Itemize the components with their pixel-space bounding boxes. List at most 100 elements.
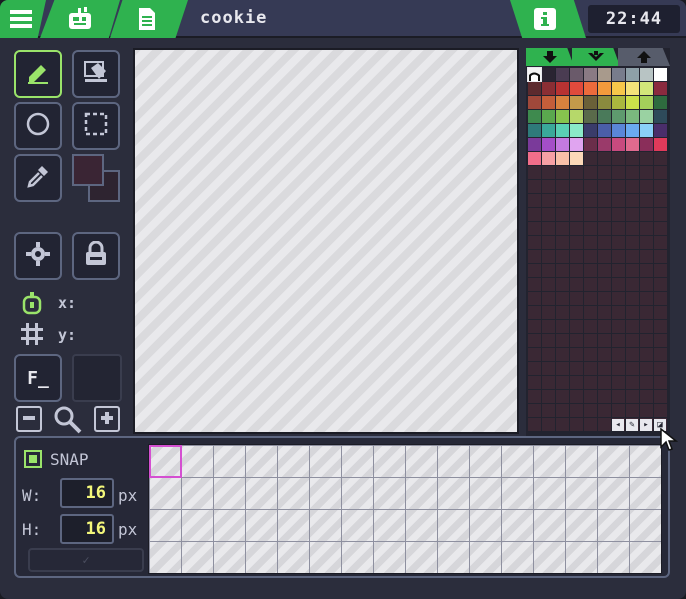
palette-empty-slot[interactable] <box>612 264 625 277</box>
palette-swatch[interactable] <box>528 96 541 109</box>
width-field[interactable]: 16 <box>60 478 114 508</box>
selected-sprite-cell[interactable] <box>149 445 182 478</box>
palette-empty-slot[interactable] <box>654 250 667 263</box>
palette-empty-slot[interactable] <box>640 390 653 403</box>
palette-empty-slot[interactable] <box>640 334 653 347</box>
palette-swatch[interactable] <box>654 124 667 137</box>
palette-swatch[interactable] <box>584 68 597 81</box>
palette-empty-slot[interactable] <box>556 390 569 403</box>
palette-empty-slot[interactable] <box>640 264 653 277</box>
palette-empty-slot[interactable] <box>654 404 667 417</box>
palette-empty-slot[interactable] <box>584 334 597 347</box>
palette-empty-slot[interactable] <box>528 236 541 249</box>
palette-empty-slot[interactable] <box>584 278 597 291</box>
palette-empty-slot[interactable] <box>640 348 653 361</box>
palette-empty-slot[interactable] <box>640 222 653 235</box>
palette-empty-slot[interactable] <box>626 180 639 193</box>
palette-empty-slot[interactable] <box>542 236 555 249</box>
palette-swatch[interactable] <box>598 68 611 81</box>
palette-empty-slot[interactable] <box>570 362 583 375</box>
palette-empty-slot[interactable] <box>640 362 653 375</box>
palette-empty-slot[interactable] <box>556 292 569 305</box>
palette-empty-slot[interactable] <box>570 390 583 403</box>
palette-empty-slot[interactable] <box>598 418 611 431</box>
palette-empty-slot[interactable] <box>626 152 639 165</box>
palette-empty-slot[interactable] <box>626 292 639 305</box>
palette-empty-slot[interactable] <box>542 222 555 235</box>
palette-empty-slot[interactable] <box>528 306 541 319</box>
palette-swatch[interactable] <box>654 138 667 151</box>
palette-empty-slot[interactable] <box>654 194 667 207</box>
palette-swatch[interactable] <box>542 68 555 81</box>
palette-swatch[interactable] <box>640 138 653 151</box>
color-swatches[interactable] <box>72 154 122 204</box>
palette-empty-slot[interactable] <box>542 264 555 277</box>
palette-empty-slot[interactable] <box>556 166 569 179</box>
palette-empty-slot[interactable] <box>654 306 667 319</box>
palette-swatch[interactable] <box>626 82 639 95</box>
palette-empty-slot[interactable] <box>584 236 597 249</box>
palette-empty-slot[interactable] <box>556 362 569 375</box>
palette-empty-slot[interactable] <box>598 180 611 193</box>
palette-empty-slot[interactable] <box>598 208 611 221</box>
palette-empty-slot[interactable] <box>584 208 597 221</box>
palette-empty-slot[interactable] <box>598 250 611 263</box>
palette-empty-slot[interactable] <box>612 250 625 263</box>
palette-empty-slot[interactable] <box>654 334 667 347</box>
palette-empty-slot[interactable] <box>626 362 639 375</box>
palette-empty-slot[interactable] <box>626 264 639 277</box>
palette-empty-slot[interactable] <box>528 418 541 431</box>
palette-swatch[interactable] <box>626 124 639 137</box>
palette-swatch[interactable] <box>528 152 541 165</box>
palette-swatch[interactable] <box>612 138 625 151</box>
palette-swatch[interactable] <box>556 96 569 109</box>
palette-empty-slot[interactable] <box>542 250 555 263</box>
palette-swatch[interactable] <box>556 68 569 81</box>
palette-empty-slot[interactable] <box>598 348 611 361</box>
palette-swatch[interactable] <box>556 138 569 151</box>
palette-empty-slot[interactable] <box>598 404 611 417</box>
palette-swatch[interactable] <box>598 138 611 151</box>
palette-empty-slot[interactable] <box>612 404 625 417</box>
palette-empty-slot[interactable] <box>528 166 541 179</box>
palette-empty-slot[interactable] <box>612 180 625 193</box>
palette-empty-slot[interactable] <box>570 222 583 235</box>
palette-empty-slot[interactable] <box>584 264 597 277</box>
pencil-tool-button[interactable] <box>14 50 62 98</box>
palette-empty-slot[interactable] <box>612 376 625 389</box>
palette-empty-slot[interactable] <box>654 390 667 403</box>
palette-empty-slot[interactable] <box>654 376 667 389</box>
palette-empty-slot[interactable] <box>528 278 541 291</box>
palette-empty-slot[interactable] <box>584 376 597 389</box>
palette-swatch[interactable] <box>640 82 653 95</box>
info-tab[interactable] <box>510 0 586 38</box>
palette-empty-slot[interactable] <box>654 180 667 193</box>
palette-empty-slot[interactable] <box>570 334 583 347</box>
palette-swatch[interactable] <box>542 152 555 165</box>
palette-empty-slot[interactable] <box>556 334 569 347</box>
palette-empty-slot[interactable] <box>584 152 597 165</box>
palette-next-button[interactable]: ▸ <box>640 419 652 431</box>
apply-size-button[interactable]: ✓ <box>28 548 144 572</box>
main-menu-tab[interactable] <box>0 0 46 38</box>
palette-tools-tab[interactable] <box>572 48 620 66</box>
palette-swatch[interactable] <box>640 96 653 109</box>
palette-empty-slot[interactable] <box>626 166 639 179</box>
palette-empty-slot[interactable] <box>598 166 611 179</box>
palette-empty-slot[interactable] <box>528 264 541 277</box>
palette-empty-slot[interactable] <box>570 180 583 193</box>
palette-swatch[interactable] <box>528 124 541 137</box>
palette-swatch[interactable] <box>527 67 542 82</box>
palette-empty-slot[interactable] <box>598 236 611 249</box>
palette-empty-slot[interactable] <box>654 222 667 235</box>
sprite-editor-tab[interactable] <box>40 0 120 38</box>
palette-empty-slot[interactable] <box>654 208 667 221</box>
palette-empty-slot[interactable] <box>556 222 569 235</box>
palette-swatch[interactable] <box>570 124 583 137</box>
palette-empty-slot[interactable] <box>542 320 555 333</box>
palette-empty-slot[interactable] <box>528 362 541 375</box>
palette-swatch[interactable] <box>570 82 583 95</box>
palette-empty-slot[interactable] <box>612 222 625 235</box>
font-tool-button[interactable]: F_ <box>14 354 62 402</box>
palette-swatch[interactable] <box>626 96 639 109</box>
